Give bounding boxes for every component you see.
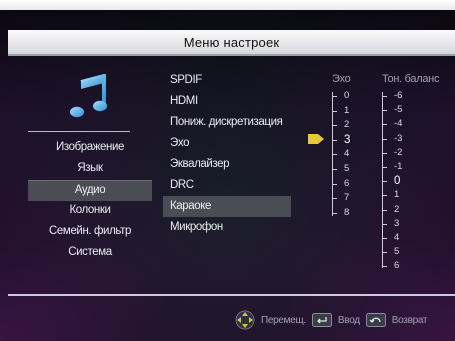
scale-tick: [333, 96, 337, 97]
scale-value: 0: [394, 175, 401, 188]
scale-tick: [383, 266, 387, 268]
scale-tick: [383, 195, 387, 197]
scale-tick: [333, 183, 337, 185]
scale-tick: [333, 198, 337, 200]
audio-setting-item[interactable]: Пониж. дискретизация: [163, 112, 291, 133]
footer-hints: Перемещ. Ввод Возврат: [235, 310, 428, 330]
category-label: Колонки: [69, 204, 111, 216]
scale-tick: [333, 110, 337, 112]
echo-slider[interactable]: 0 1 2 3 4 5 6 7 8: [332, 91, 350, 217]
scale-value: 3: [394, 217, 400, 229]
scale-value: 2: [394, 203, 400, 215]
category-item[interactable]: Аудио: [28, 180, 152, 201]
audio-setting-item[interactable]: HDMI: [163, 91, 291, 112]
tone-balance-label: Тон. баланс: [382, 73, 440, 85]
hint-back: Возврат: [391, 314, 428, 326]
scale-value: 1: [394, 189, 400, 201]
scale-value: -6: [394, 90, 403, 101]
audio-setting-item[interactable]: Эквалайзер: [163, 154, 291, 175]
music-note-icon: [70, 74, 107, 118]
hint-enter: Ввод: [337, 314, 360, 326]
menu-title: Меню настроек: [183, 34, 280, 50]
category-label: Аудио: [74, 184, 106, 196]
scale-tick: [383, 152, 387, 154]
audio-setting-label: Микрофон: [170, 221, 223, 233]
hint-move: Перемещ.: [261, 314, 306, 326]
audio-setting-label: Караоке: [170, 200, 212, 212]
category-item[interactable]: Язык: [28, 159, 152, 180]
scale-tick: [383, 252, 387, 254]
dpad-navigate-icon: [235, 310, 255, 330]
audio-setting-label: Пониж. дискретизация: [170, 116, 283, 128]
scale-tick: [383, 110, 387, 112]
scale-value: 0: [344, 90, 350, 101]
audio-settings-list: SPDIF HDMI Пониж. дискретизация Эхо Эквалайз…: [163, 70, 291, 238]
category-label: Изображение: [55, 141, 125, 153]
scale-value: -2: [394, 146, 403, 158]
echo-label: Эхо: [332, 73, 351, 85]
scale-tick: [333, 125, 337, 127]
scale-value: -3: [394, 132, 403, 144]
audio-setting-item[interactable]: Эхо: [163, 133, 291, 154]
scale-tick: [383, 138, 387, 140]
scale-value: 7: [344, 192, 350, 204]
settings-screen: Меню настроек Изображение Язык Аудио Колонк…: [0, 0, 455, 341]
scale-tick: [383, 238, 387, 239]
scale-tick: [383, 181, 387, 183]
category-label: Система: [68, 246, 112, 258]
scale-value: 5: [344, 163, 350, 174]
audio-setting-item[interactable]: Караоке: [163, 196, 291, 217]
audio-setting-item[interactable]: SPDIF: [163, 70, 291, 91]
scale-tick: [383, 223, 387, 225]
scale-tick: [383, 209, 387, 211]
value-pointer-icon: [308, 134, 324, 144]
footer-divider: [8, 294, 455, 296]
scale-tick: [333, 169, 337, 170]
scale-value: 6: [344, 177, 350, 189]
return-key-icon: [365, 313, 386, 327]
scale-value: 6: [394, 260, 400, 272]
scale-value: -1: [394, 161, 403, 172]
scale-tick: [333, 154, 337, 156]
scale-value: 3: [344, 133, 351, 146]
category-separator: [28, 131, 130, 132]
scale-value: 8: [344, 206, 350, 218]
audio-setting-item[interactable]: Микрофон: [163, 217, 291, 238]
scale-value: 1: [344, 104, 350, 116]
category-item[interactable]: Колонки: [28, 201, 152, 222]
scale-tick: [333, 139, 337, 141]
scale-value: -5: [394, 104, 403, 116]
scale-value: 4: [394, 232, 400, 243]
audio-setting-label: SPDIF: [170, 74, 202, 86]
category-label: Семейн. фильтр: [49, 225, 131, 237]
audio-setting-label: DRC: [170, 179, 194, 191]
audio-setting-label: HDMI: [170, 95, 198, 107]
scale-value: 2: [344, 119, 350, 131]
category-item[interactable]: Система: [28, 243, 152, 264]
audio-setting-label: Эхо: [170, 137, 190, 149]
menu-title-bar: Меню настроек: [8, 30, 455, 56]
category-item[interactable]: Семейн. фильтр: [28, 222, 152, 243]
scale-value: 4: [344, 148, 350, 160]
scale-tick: [383, 96, 387, 97]
audio-setting-item[interactable]: DRC: [163, 175, 291, 196]
scale-tick: [333, 212, 337, 214]
top-bezel: [0, 0, 455, 10]
tone-balance-slider[interactable]: -6 -5 -4 -3 -2 -1 0 1 2 3 4 5 6: [382, 91, 402, 271]
category-item[interactable]: Изображение: [28, 138, 152, 159]
scale-value: 5: [394, 246, 400, 258]
category-label: Язык: [77, 162, 103, 174]
audio-setting-label: Эквалайзер: [170, 158, 230, 170]
scale-tick: [383, 167, 387, 168]
category-menu: Изображение Язык Аудио Колонки Семейн. фильт…: [28, 138, 152, 264]
scale-tick: [383, 124, 387, 126]
enter-key-icon: [311, 313, 332, 327]
scale-value: -4: [394, 118, 403, 130]
